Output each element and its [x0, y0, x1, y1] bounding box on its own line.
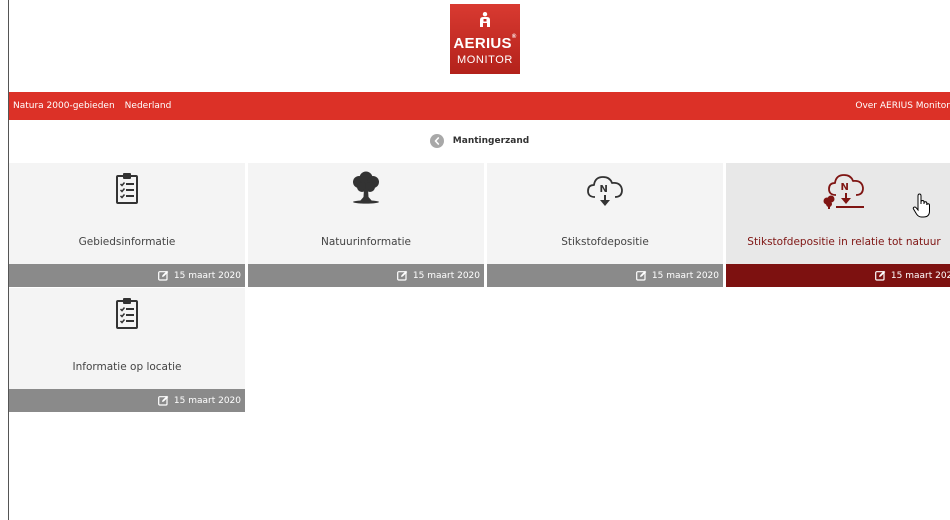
header: AERIUS® MONITOR [9, 0, 950, 92]
tile-gebiedsinformatie[interactable]: Gebiedsinformatie 15 maart 2020 [9, 163, 245, 287]
svg-text:N: N [600, 184, 608, 195]
back-button[interactable] [429, 134, 444, 148]
nav-item-nederland[interactable]: Nederland [125, 101, 172, 111]
tile-label: Stikstofdepositie [561, 236, 649, 248]
nitrogen-cloud-icon: N [587, 176, 623, 206]
aerius-logo[interactable]: AERIUS® MONITOR [450, 4, 520, 74]
edit-icon [635, 270, 647, 281]
person-logo-icon [480, 12, 490, 27]
tile-date: 15 maart 2020 [173, 270, 241, 281]
svg-text:N: N [841, 182, 849, 193]
clipboard-checklist-icon [116, 173, 138, 204]
tile-date: 15 maart 2020 [412, 270, 480, 281]
tile-label: Stikstofdepositie in relatie tot natuur [747, 236, 941, 248]
tile-label: Gebiedsinformatie [78, 236, 176, 248]
logo-subtitle: MONITOR [457, 54, 513, 66]
tile-footer: 15 maart 2020 [726, 264, 950, 287]
chevron-left-icon [434, 137, 439, 145]
tile-stikstofdepositie[interactable]: N Stikstofdepositie 15 maart 2020 [487, 163, 723, 287]
nitrogen-cloud-nature-icon: N [823, 174, 864, 209]
app-frame: AERIUS® MONITOR Natura 2000-gebieden Ned… [8, 0, 950, 520]
edit-icon [157, 270, 169, 281]
tile-stikstofdepositie-natuur[interactable]: N Stikstofdepositie in relatie tot natuu… [726, 163, 950, 287]
tile-natuurinformatie[interactable]: Natuurinformatie 15 maart 2020 [248, 163, 484, 287]
tile-date: 15 maart 2020 [173, 395, 241, 406]
nav-item-natura-2000[interactable]: Natura 2000-gebieden [13, 101, 115, 111]
nav-item-over-aerius-monitor[interactable]: Over AERIUS Monitor [855, 101, 950, 111]
hand-pointer-cursor-icon [912, 193, 930, 218]
page-title-bar: Mantingerzand [9, 120, 950, 162]
edit-icon [874, 270, 886, 281]
tile-footer: 15 maart 2020 [487, 264, 723, 287]
tile-informatie-op-locatie[interactable]: Informatie op locatie 15 maart 2020 [9, 288, 245, 412]
tile-date: 15 maart 2020 [651, 270, 719, 281]
edit-icon [157, 395, 169, 406]
tile-footer: 15 maart 2020 [9, 264, 245, 287]
clipboard-checklist-icon [116, 298, 138, 329]
tile-label: Natuurinformatie [320, 236, 411, 248]
page-title: Mantingerzand [452, 136, 530, 146]
tile-label: Informatie op locatie [72, 361, 182, 373]
navigation-bar: Natura 2000-gebieden Nederland Over AERI… [9, 92, 950, 120]
tile-footer: 15 maart 2020 [9, 389, 245, 412]
tile-footer: 15 maart 2020 [248, 264, 484, 287]
edit-icon [396, 270, 408, 281]
tile-date: 15 maart 2020 [890, 270, 950, 281]
tree-icon [353, 171, 379, 204]
logo-brand: AERIUS® [453, 34, 517, 52]
